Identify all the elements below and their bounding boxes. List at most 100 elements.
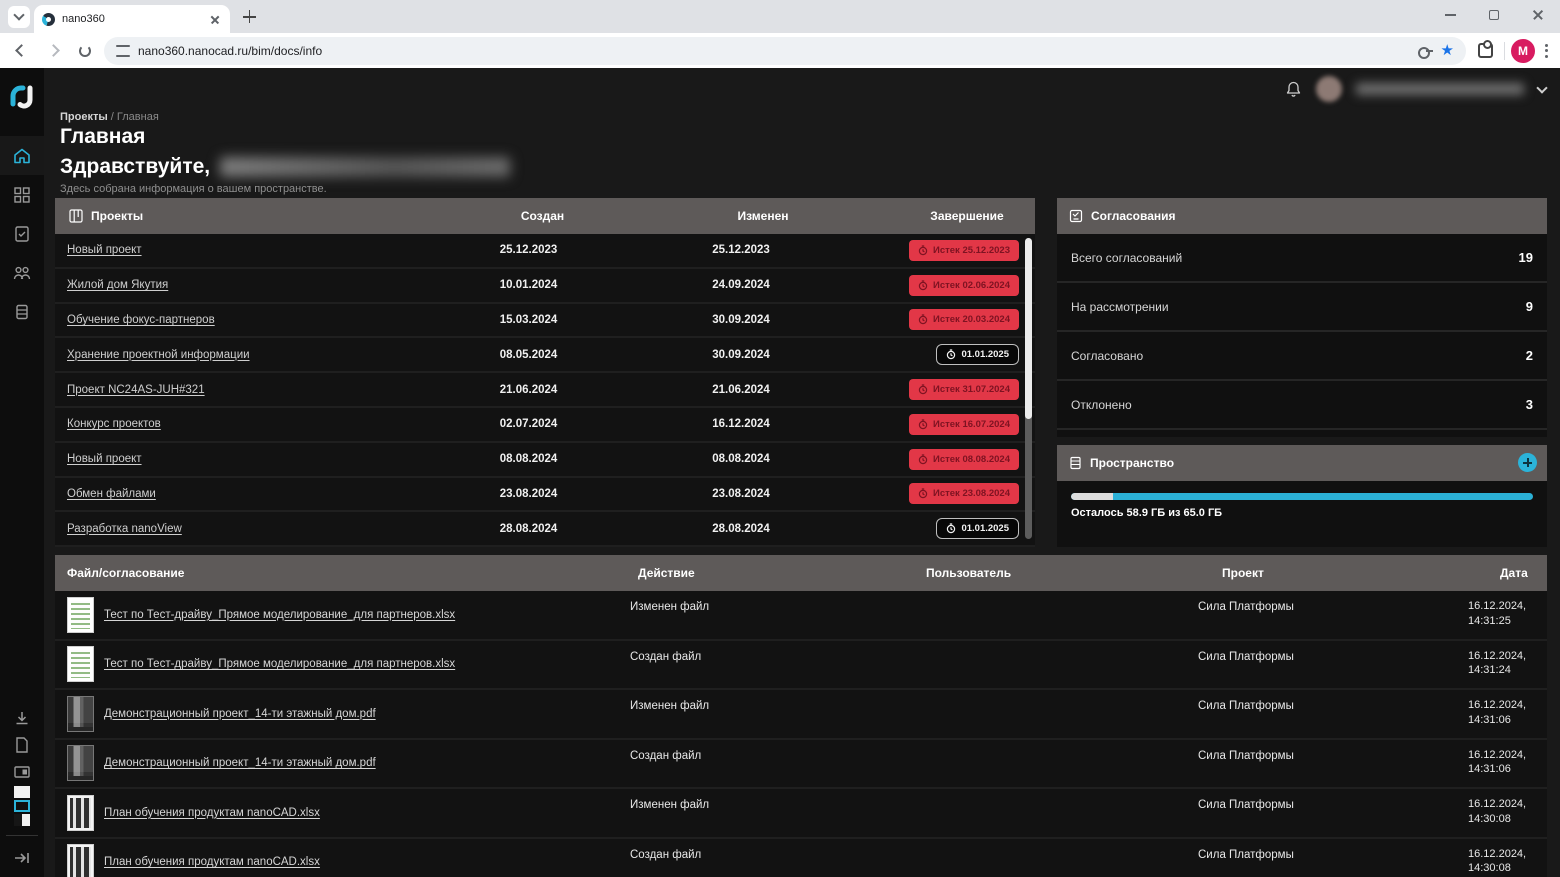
browser-tab[interactable]: nano360 xyxy=(34,5,230,33)
file-thumbnail-icon xyxy=(67,795,94,831)
space-header: Пространство xyxy=(1057,445,1547,481)
nano360-app: Проекты / Главная Главная Здравствуйте, … xyxy=(0,68,1560,877)
approvals-header: Согласования xyxy=(1057,198,1547,234)
file-link[interactable]: Тест по Тест-драйву_Прямое моделирование… xyxy=(104,609,455,621)
projects-header: Проекты Создан Изменен Завершение xyxy=(55,198,1035,234)
theme-light-button[interactable] xyxy=(14,786,30,798)
close-icon xyxy=(1532,9,1544,21)
new-tab-button[interactable] xyxy=(238,5,262,29)
project-row: Проект NC24AS-JUH#321 21.06.2024 21.06.2… xyxy=(55,373,1035,408)
user-avatar[interactable] xyxy=(1316,76,1342,102)
project-link[interactable]: Жилой дом Якутия xyxy=(67,279,462,291)
project-link[interactable]: Новый проект xyxy=(67,244,462,256)
file-link[interactable]: Демонстрационный проект_14-ти этажный до… xyxy=(104,757,376,769)
projects-scrollbar-thumb[interactable] xyxy=(1025,238,1032,419)
tab-title: nano360 xyxy=(62,13,201,25)
bookmark-star-icon[interactable] xyxy=(1441,43,1454,58)
completion-badge: Истек 25.12.2023 xyxy=(909,240,1019,261)
activity-header: Файл/согласование Действие Пользователь … xyxy=(55,555,1547,591)
projects-scrollbar[interactable] xyxy=(1025,238,1032,539)
sidebar-collapse-button[interactable] xyxy=(0,844,44,871)
theme-auto-button[interactable] xyxy=(14,814,30,826)
col-date: Дата xyxy=(1500,566,1535,580)
project-modified: 25.12.2023 xyxy=(607,244,887,256)
tab-close-icon[interactable] xyxy=(208,12,222,26)
activity-row: Тест по Тест-драйву_Прямое моделирование… xyxy=(55,591,1547,641)
project-link[interactable]: Обмен файлами xyxy=(67,488,462,500)
browser-menu-button[interactable] xyxy=(1541,40,1552,62)
sidebar-item-storage[interactable] xyxy=(0,292,44,331)
sidebar-item-users[interactable] xyxy=(0,253,44,292)
user-name-blurred xyxy=(1356,83,1524,95)
tab-search-button[interactable] xyxy=(8,6,30,28)
approvals-card: Согласования Всего согласований 19 На ра… xyxy=(1057,198,1547,437)
theme-dark-button[interactable] xyxy=(14,800,30,812)
minimize-button[interactable] xyxy=(1428,0,1472,30)
project-row: Обучение фокус-партнеров 15.03.2024 30.0… xyxy=(55,304,1035,339)
nano360-logo[interactable] xyxy=(9,82,35,112)
clock-icon xyxy=(918,419,928,430)
window-controls xyxy=(1428,0,1560,30)
back-button[interactable] xyxy=(8,38,34,64)
add-space-button[interactable] xyxy=(1518,453,1537,472)
project-row: Новый проект 08.08.2024 08.08.2024 Истек… xyxy=(55,443,1035,478)
file-link[interactable]: План обучения продуктам nanoCAD.xlsx xyxy=(104,807,320,819)
close-button[interactable] xyxy=(1516,0,1560,30)
reload-button[interactable] xyxy=(72,38,98,64)
greeting-text: Здравствуйте, xyxy=(60,155,210,179)
project-modified: 23.08.2024 xyxy=(607,488,887,500)
clock-icon xyxy=(946,349,956,360)
file-link[interactable]: План обучения продуктам nanoCAD.xlsx xyxy=(104,856,320,868)
sidebar-item-download[interactable] xyxy=(0,704,44,731)
project-link[interactable]: Проект NC24AS-JUH#321 xyxy=(67,384,462,396)
password-key-icon[interactable] xyxy=(1417,43,1433,59)
sidebar-item-document[interactable] xyxy=(0,731,44,758)
activity-project: Сила Платформы xyxy=(1198,839,1468,877)
activity-date: 16.12.2024,14:31:06 xyxy=(1468,690,1547,738)
file-link[interactable]: Демонстрационный проект_14-ти этажный до… xyxy=(104,708,376,720)
project-link[interactable]: Разработка nanoView xyxy=(67,523,462,535)
users-icon xyxy=(12,264,32,282)
activity-user xyxy=(910,690,1198,738)
activity-action: Создан файл xyxy=(630,740,910,788)
activity-card: Файл/согласование Действие Пользователь … xyxy=(55,555,1547,877)
col-file: Файл/согласование xyxy=(67,566,630,580)
nano360-favicon xyxy=(42,13,55,26)
project-link[interactable]: Обучение фокус-партнеров xyxy=(67,314,462,326)
extensions-button[interactable] xyxy=(1472,38,1498,64)
project-link[interactable]: Конкурс проектов xyxy=(67,418,462,430)
approvals-label: Согласовано xyxy=(1071,349,1143,363)
project-row: Жилой дом Якутия 10.01.2024 24.09.2024 И… xyxy=(55,269,1035,304)
site-settings-icon[interactable] xyxy=(116,45,130,57)
activity-rows: Тест по Тест-драйву_Прямое моделирование… xyxy=(55,591,1547,877)
project-modified: 28.08.2024 xyxy=(607,523,887,535)
url-bar[interactable]: nano360.nanocad.ru/bim/docs/info xyxy=(104,37,1466,65)
chevron-down-icon xyxy=(13,9,24,20)
breadcrumb-root[interactable]: Проекты xyxy=(60,111,108,123)
file-thumbnail-icon xyxy=(67,696,94,732)
project-link[interactable]: Хранение проектной информации xyxy=(67,349,462,361)
project-created: 21.06.2024 xyxy=(462,384,607,396)
file-link[interactable]: Тест по Тест-драйву_Прямое моделирование… xyxy=(104,658,455,670)
forward-button[interactable] xyxy=(40,38,66,64)
sidebar-item-projects[interactable] xyxy=(0,175,44,214)
notifications-bell-icon[interactable] xyxy=(1285,80,1302,98)
url-text[interactable]: nano360.nanocad.ru/bim/docs/info xyxy=(138,44,1409,58)
sidebar xyxy=(0,68,44,877)
approvals-count: 9 xyxy=(1526,299,1533,314)
project-link[interactable]: Новый проект xyxy=(67,453,462,465)
browser-profile-avatar[interactable]: M xyxy=(1511,39,1535,63)
maximize-button[interactable] xyxy=(1472,0,1516,30)
project-row: Обмен файлами 23.08.2024 23.08.2024 Исте… xyxy=(55,478,1035,513)
projects-icon xyxy=(13,186,31,204)
maximize-icon xyxy=(1489,10,1499,20)
activity-user xyxy=(910,591,1198,639)
sidebar-item-approvals[interactable] xyxy=(0,214,44,253)
sidebar-item-panel[interactable] xyxy=(0,758,44,785)
user-menu-chevron-icon[interactable] xyxy=(1536,82,1547,93)
sidebar-item-home[interactable] xyxy=(0,136,44,175)
project-created: 02.07.2024 xyxy=(462,418,607,430)
activity-project: Сила Платформы xyxy=(1198,789,1468,837)
approvals-icon xyxy=(13,225,31,243)
storage-used-segment xyxy=(1071,493,1113,500)
